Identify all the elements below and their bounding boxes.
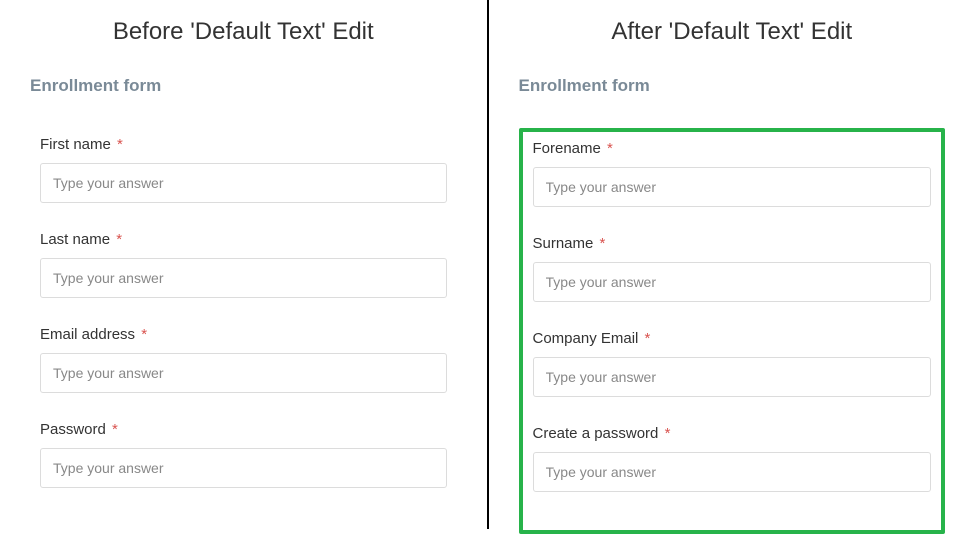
before-field-password-label: Password * (40, 421, 447, 438)
before-field-firstname-input[interactable] (40, 163, 447, 203)
after-field-surname-label: Surname * (533, 235, 932, 252)
before-field-password: Password * (40, 421, 447, 488)
before-heading: Before 'Default Text' Edit (30, 18, 457, 46)
required-mark-icon: * (645, 330, 651, 347)
after-field-forename-label: Forename * (533, 140, 932, 157)
required-mark-icon: * (665, 425, 671, 442)
after-field-forename-input[interactable] (533, 167, 932, 207)
after-field-email: Company Email * (533, 330, 932, 397)
after-field-email-label: Company Email * (533, 330, 932, 347)
before-field-password-input[interactable] (40, 448, 447, 488)
required-mark-icon: * (141, 326, 147, 343)
after-field-forename: Forename * (533, 140, 932, 207)
required-mark-icon: * (607, 140, 613, 157)
after-form-title: Enrollment form (519, 76, 946, 96)
before-field-firstname: First name * (40, 136, 447, 203)
after-field-password-input[interactable] (533, 452, 932, 492)
required-mark-icon: * (112, 421, 118, 438)
before-form: First name * Last name * Email address *… (30, 128, 457, 526)
after-form: Forename * Surname * Company Email * Cre… (519, 128, 946, 534)
before-field-email: Email address * (40, 326, 447, 393)
after-panel: After 'Default Text' Edit Enrollment for… (489, 0, 975, 529)
before-field-email-label: Email address * (40, 326, 447, 343)
after-field-password-label: Create a password * (533, 425, 932, 442)
after-field-surname: Surname * (533, 235, 932, 302)
before-field-lastname-input[interactable] (40, 258, 447, 298)
before-field-lastname: Last name * (40, 231, 447, 298)
after-field-email-input[interactable] (533, 357, 932, 397)
after-field-password: Create a password * (533, 425, 932, 492)
required-mark-icon: * (116, 231, 122, 248)
before-field-firstname-label: First name * (40, 136, 447, 153)
before-field-email-input[interactable] (40, 353, 447, 393)
before-panel: Before 'Default Text' Edit Enrollment fo… (0, 0, 487, 529)
after-heading: After 'Default Text' Edit (519, 18, 946, 46)
before-field-lastname-label: Last name * (40, 231, 447, 248)
before-form-title: Enrollment form (30, 76, 457, 96)
required-mark-icon: * (117, 136, 123, 153)
required-mark-icon: * (600, 235, 606, 252)
after-field-surname-input[interactable] (533, 262, 932, 302)
